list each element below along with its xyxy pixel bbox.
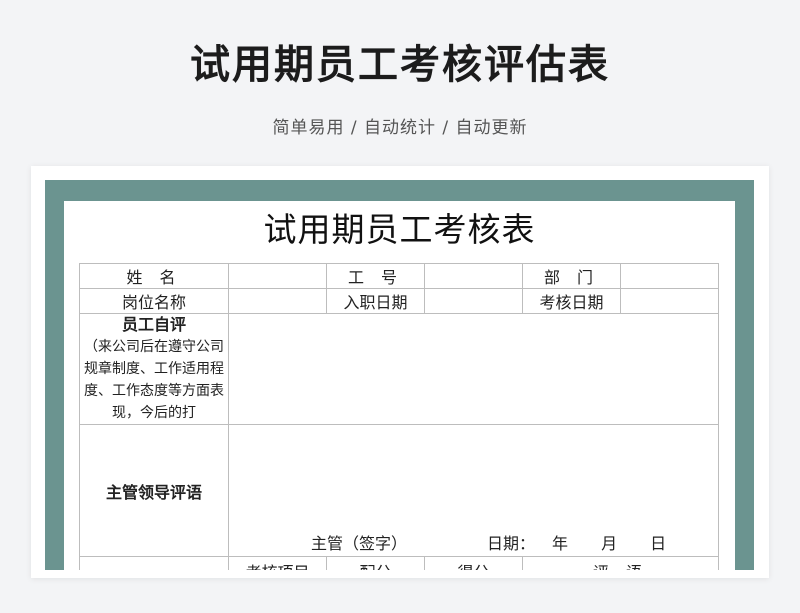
points-header: 配分 — [326, 556, 425, 570]
table-row: 员工自评 （来公司后在遵守公司规章制度、工作适用程度、工作态度等方面表现，今后的… — [79, 313, 719, 425]
department-value[interactable] — [620, 263, 719, 289]
date-parts: 年 月 日 — [552, 534, 681, 553]
self-review-note: （来公司后在遵守公司规章制度、工作适用程度、工作态度等方面表现，今后的打 — [84, 339, 224, 421]
supervisor-review-label: 主管领导评语 — [105, 482, 202, 502]
position-label: 岗位名称 — [79, 288, 229, 314]
self-review-input[interactable] — [228, 313, 719, 425]
table-row: 主管领导评语 主管（签字） 日期： 年 月 日 — [79, 424, 719, 557]
review-date-value[interactable] — [620, 288, 719, 314]
supervisor-sign-label: 主管（签字） — [311, 534, 408, 553]
name-value[interactable] — [228, 263, 327, 289]
hire-date-value[interactable] — [424, 288, 523, 314]
table-row: 姓 名 工 号 部 门 — [79, 263, 719, 289]
employee-id-value[interactable] — [424, 263, 523, 289]
page-subtitle: 简单易用 / 自动统计 / 自动更新 — [272, 118, 528, 138]
page-title: 试用期员工考核评估表 — [190, 42, 610, 88]
comment-header: 评 语 — [522, 556, 719, 570]
table-row: 岗位名称 入职日期 考核日期 — [79, 288, 719, 314]
supervisor-review-label-cell: 主管领导评语 — [79, 424, 229, 557]
name-label: 姓 名 — [79, 263, 229, 289]
self-review-label-cell: 员工自评 （来公司后在遵守公司规章制度、工作适用程度、工作态度等方面表现，今后的… — [79, 313, 229, 425]
supervisor-review-input[interactable]: 主管（签字） 日期： 年 月 日 — [228, 424, 719, 557]
employee-id-label: 工 号 — [326, 263, 425, 289]
table-row: 考核项目 配分 得分 评 语 — [79, 556, 719, 570]
review-date-label: 考核日期 — [522, 288, 621, 314]
sheet-frame: 试用期员工考核表 姓 名 工 号 部 门 岗位名称 入职日期 考核日期 员工自评… — [45, 180, 754, 570]
evaluation-table: 姓 名 工 号 部 门 岗位名称 入职日期 考核日期 员工自评 （来公司后在遵守… — [79, 263, 719, 570]
self-review-title: 员工自评 — [121, 315, 186, 334]
department-label: 部 门 — [522, 263, 621, 289]
preview-card: 试用期员工考核表 姓 名 工 号 部 门 岗位名称 入职日期 考核日期 员工自评… — [31, 166, 769, 578]
form-title: 试用期员工考核表 — [263, 210, 536, 249]
form-sheet: 试用期员工考核表 姓 名 工 号 部 门 岗位名称 入职日期 考核日期 员工自评… — [64, 201, 735, 570]
signature-line: 主管（签字） 日期： 年 月 日 — [230, 532, 718, 556]
item-group-cell — [79, 556, 229, 570]
item-header: 考核项目 — [228, 556, 327, 570]
position-value[interactable] — [228, 288, 327, 314]
hire-date-label: 入职日期 — [326, 288, 425, 314]
score-header: 得分 — [424, 556, 523, 570]
date-label: 日期： — [487, 534, 536, 553]
